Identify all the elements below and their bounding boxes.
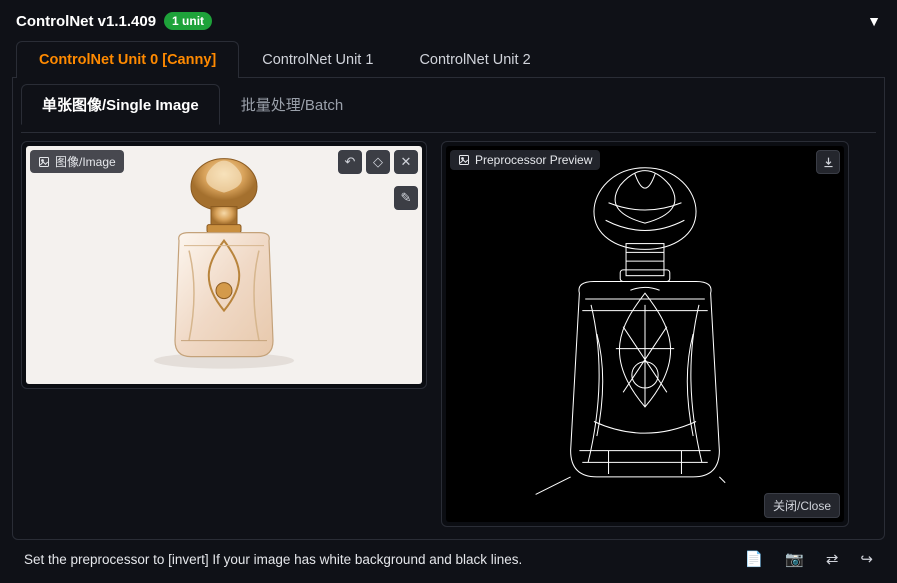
footer-hint: Set the preprocessor to [invert] If your… [24,552,522,567]
erase-button[interactable]: ◇ [366,150,390,174]
unit-tabs: ControlNet Unit 0 [Canny] ControlNet Uni… [12,40,885,78]
source-image-panel[interactable]: 图像/Image ↶ ◇ ✕ ✎ [21,141,427,389]
footer: Set the preprocessor to [invert] If your… [12,540,885,572]
download-preview-button[interactable] [816,150,840,174]
tab-batch[interactable]: 批量处理/Batch [220,84,365,125]
new-canvas-icon[interactable]: 📄 [744,550,763,568]
source-image [26,146,422,384]
preview-image [446,146,844,522]
edit-button[interactable]: ✎ [394,186,418,210]
undo-button[interactable]: ↶ [338,150,362,174]
collapse-caret-icon[interactable]: ▼ [867,13,881,29]
tab-single-image[interactable]: 单张图像/Single Image [21,84,220,125]
close-preview-button[interactable]: 关闭/Close [764,493,840,518]
camera-icon[interactable]: 📷 [785,550,804,568]
unit-count-badge: 1 unit [164,12,212,30]
panel-title: ControlNet v1.1.409 [16,13,156,30]
mode-tabs: 单张图像/Single Image 批量处理/Batch [21,84,876,125]
tab-unit-0[interactable]: ControlNet Unit 0 [Canny] [16,41,239,78]
swap-icon[interactable]: ⇄ [826,550,839,568]
tab-unit-2[interactable]: ControlNet Unit 2 [396,41,553,78]
tab-unit-1[interactable]: ControlNet Unit 1 [239,41,396,78]
preview-label: Preprocessor Preview [450,150,600,170]
panel-header: ControlNet v1.1.409 1 unit ▼ [12,8,885,40]
preview-panel: Preprocessor Preview 关闭/Close [441,141,849,527]
source-image-label: 图像/Image [30,150,124,173]
remove-image-button[interactable]: ✕ [394,150,418,174]
send-icon[interactable]: ↪ [860,550,873,568]
